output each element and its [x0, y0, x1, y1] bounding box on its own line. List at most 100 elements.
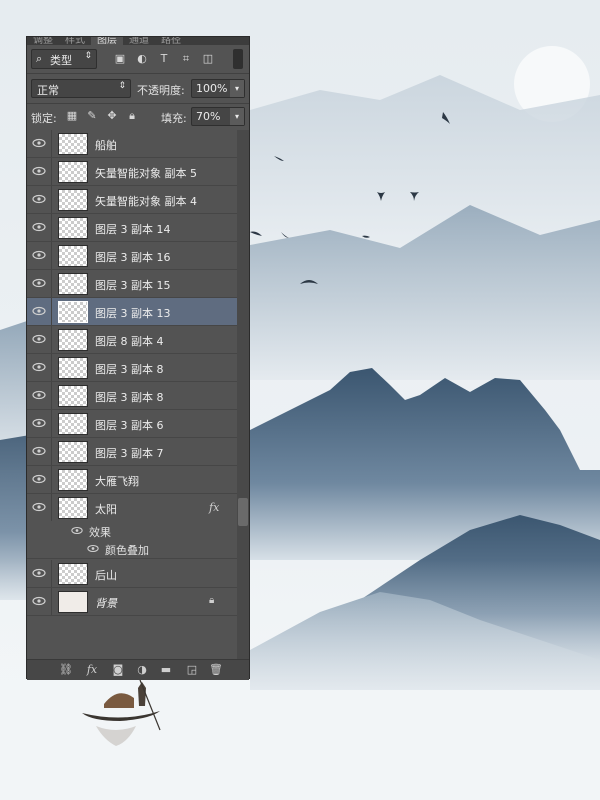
opacity-field[interactable]: 100% ▾	[191, 79, 245, 98]
filter-adjustment-icon[interactable]: ◐	[135, 52, 149, 66]
eye-icon[interactable]	[87, 544, 99, 553]
layer-name[interactable]: 图层 3 副本 15	[95, 277, 171, 293]
filter-shape-icon[interactable]: ⌗	[179, 52, 193, 66]
layer-row[interactable]: 背景 🔒︎	[27, 588, 237, 616]
eye-icon[interactable]	[32, 138, 46, 148]
layer-name[interactable]: 背景	[95, 595, 117, 611]
tab-styles[interactable]: 样式	[59, 37, 91, 45]
dropdown-arrow-icon[interactable]: ▾	[230, 80, 244, 97]
layer-row[interactable]: 图层 3 副本 15	[27, 270, 237, 298]
layer-name[interactable]: 太阳	[95, 501, 117, 517]
eye-icon[interactable]	[32, 306, 46, 316]
tab-adjustments[interactable]: 调整	[27, 37, 59, 45]
eye-icon[interactable]	[32, 568, 46, 578]
layer-thumbnail	[58, 189, 88, 211]
layer-thumbnail	[58, 413, 88, 435]
effects-row[interactable]: 效果	[27, 522, 237, 540]
scrollbar-thumb[interactable]	[238, 498, 248, 526]
add-style-icon[interactable]: fx	[85, 663, 99, 677]
eye-icon[interactable]	[32, 418, 46, 428]
blend-mode-select[interactable]: 正常 ⇕	[31, 79, 131, 98]
layer-row[interactable]: 后山	[27, 560, 237, 588]
layer-name[interactable]: 矢量智能对象 副本 5	[95, 165, 197, 181]
layer-thumbnail	[58, 441, 88, 463]
layer-name[interactable]: 后山	[95, 567, 117, 583]
effect-item-row[interactable]: 颜色叠加	[27, 540, 237, 559]
lock-move-icon[interactable]: ✥	[105, 109, 119, 123]
layer-name[interactable]: 图层 3 副本 7	[95, 445, 164, 461]
layer-name[interactable]: 船舶	[95, 137, 117, 153]
layer-thumbnail	[58, 385, 88, 407]
link-layers-icon[interactable]: ⛓	[59, 663, 73, 677]
eye-icon[interactable]	[32, 596, 46, 606]
fill-field[interactable]: 70% ▾	[191, 107, 245, 126]
eye-icon[interactable]	[32, 362, 46, 372]
layer-row[interactable]: 图层 3 副本 14	[27, 214, 237, 242]
layer-row-selected[interactable]: 图层 3 副本 13	[27, 298, 237, 326]
new-layer-icon[interactable]: ◲	[185, 663, 199, 677]
layer-row[interactable]: 图层 3 副本 8	[27, 382, 237, 410]
delete-layer-icon[interactable]: 🗑︎	[209, 663, 223, 677]
layer-row[interactable]: 大雁飞翔	[27, 466, 237, 494]
lock-all-icon[interactable]: 🔒︎	[125, 109, 139, 123]
lock-transparent-icon[interactable]: ▦	[65, 109, 79, 123]
layer-name[interactable]: 图层 3 副本 13	[95, 305, 171, 321]
tab-layers[interactable]: 图层	[91, 37, 123, 45]
layer-thumbnail	[58, 273, 88, 295]
tab-paths[interactable]: 路径	[155, 37, 187, 45]
eye-icon[interactable]	[32, 194, 46, 204]
divider	[27, 103, 249, 104]
eye-icon[interactable]	[32, 390, 46, 400]
filter-kind-label: 类型	[50, 54, 72, 67]
layer-row[interactable]: 图层 8 副本 4	[27, 326, 237, 354]
add-mask-icon[interactable]: ◙	[111, 663, 125, 677]
eye-icon[interactable]	[32, 222, 46, 232]
eye-icon[interactable]	[32, 474, 46, 484]
layers-list: 船舶 矢量智能对象 副本 5 矢量智能对象 副本 4 图层 3 副本 14 图层…	[27, 130, 237, 660]
layer-row[interactable]: 太阳 fx	[27, 494, 237, 522]
layer-name[interactable]: 图层 3 副本 8	[95, 389, 164, 405]
eye-icon[interactable]	[71, 526, 83, 535]
eye-icon[interactable]	[32, 278, 46, 288]
lock-brush-icon[interactable]: ✎	[85, 109, 99, 123]
search-icon: ⌕	[36, 52, 43, 65]
filter-type-icon[interactable]: T	[157, 52, 171, 66]
layer-row[interactable]: 图层 3 副本 8	[27, 354, 237, 382]
filter-kind-select[interactable]: ⌕ 类型 ⇕	[31, 49, 97, 69]
layer-thumbnail	[58, 329, 88, 351]
layer-thumbnail	[58, 591, 88, 613]
layer-name[interactable]: 图层 3 副本 16	[95, 249, 171, 265]
select-arrows-icon: ⇕	[84, 51, 92, 61]
layer-row[interactable]: 图层 3 副本 7	[27, 438, 237, 466]
dropdown-arrow-icon[interactable]: ▾	[230, 108, 244, 125]
eye-icon[interactable]	[32, 334, 46, 344]
filter-pixel-icon[interactable]: ▣	[113, 52, 127, 66]
layer-row[interactable]: 图层 3 副本 16	[27, 242, 237, 270]
layer-name[interactable]: 图层 3 副本 6	[95, 417, 164, 433]
layer-row[interactable]: 矢量智能对象 副本 4	[27, 186, 237, 214]
layer-name[interactable]: 图层 3 副本 14	[95, 221, 171, 237]
layer-thumbnail	[58, 497, 88, 519]
layer-thumbnail	[58, 469, 88, 491]
eye-icon[interactable]	[32, 446, 46, 456]
layer-row[interactable]: 图层 3 副本 6	[27, 410, 237, 438]
layer-row[interactable]: 船舶	[27, 130, 237, 158]
eye-icon[interactable]	[32, 502, 46, 512]
layer-name[interactable]: 图层 3 副本 8	[95, 361, 164, 377]
layer-name[interactable]: 矢量智能对象 副本 4	[95, 193, 197, 209]
filter-toggle[interactable]	[233, 49, 243, 69]
tab-channels[interactable]: 通道	[123, 37, 155, 45]
filter-smart-object-icon[interactable]: ◫	[201, 52, 215, 66]
water	[0, 690, 600, 800]
lock-label: 锁定:	[31, 112, 57, 125]
new-group-icon[interactable]: ▬	[159, 663, 173, 677]
layer-row[interactable]: 矢量智能对象 副本 5	[27, 158, 237, 186]
layer-thumbnail	[58, 301, 88, 323]
layers-scrollbar[interactable]	[237, 130, 249, 660]
eye-icon[interactable]	[32, 250, 46, 260]
layer-name[interactable]: 大雁飞翔	[95, 473, 139, 489]
adjustment-layer-icon[interactable]: ◑	[135, 663, 149, 677]
fx-badge[interactable]: fx	[209, 501, 219, 514]
layer-name[interactable]: 图层 8 副本 4	[95, 333, 164, 349]
eye-icon[interactable]	[32, 166, 46, 176]
